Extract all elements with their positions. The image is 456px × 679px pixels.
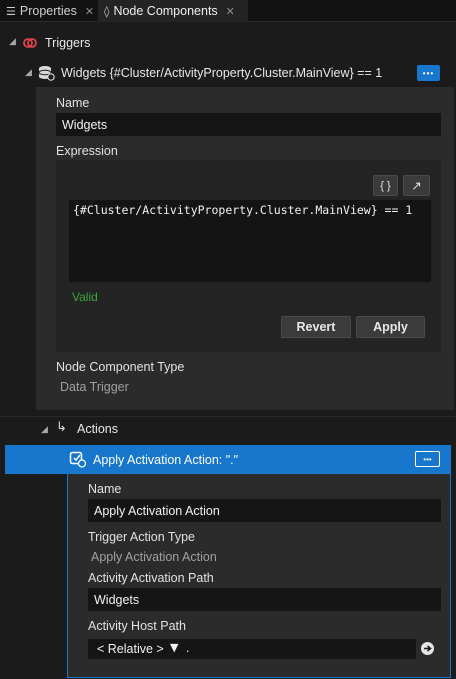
host-path-select[interactable]: < Relative > ▼ (92, 639, 187, 659)
trigger-more-button[interactable]: ••• (417, 65, 440, 81)
host-path-row: < Relative > ▼ . (88, 639, 416, 659)
name-label: Name (88, 482, 122, 496)
close-icon[interactable]: ✕ (85, 5, 94, 18)
valid-status: Valid (72, 290, 98, 304)
revert-button[interactable]: Revert (281, 316, 351, 338)
action-item-row[interactable]: Apply Activation Action: "." ••• (5, 445, 451, 474)
actions-label: Actions (77, 422, 118, 436)
action-name-input[interactable]: Apply Activation Action (88, 499, 441, 522)
action-title: Apply Activation Action: "." (93, 453, 239, 467)
node-components-icon: ◊ (104, 4, 110, 18)
node-component-type-value: Data Trigger (60, 380, 129, 394)
trigger-icon (23, 38, 37, 48)
activation-path-label: Activity Activation Path (88, 571, 214, 585)
collapse-arrow-icon[interactable]: ◢ (9, 37, 16, 47)
trigger-title: Widgets {#Cluster/ActivityProperty.Clust… (61, 66, 383, 80)
close-icon[interactable]: ✕ (226, 5, 235, 18)
host-path-select-value: < Relative > (97, 642, 164, 656)
tab-bar: ☰ Properties ✕ ◊ Node Components ✕ (0, 0, 456, 22)
expression-label: Expression (56, 144, 118, 158)
collapse-arrow-icon[interactable]: ◢ (25, 68, 32, 78)
list-icon: ☰ (6, 4, 16, 18)
actions-row[interactable]: ◢ ↳ Actions (0, 416, 456, 440)
expression-input[interactable]: {#Cluster/ActivityProperty.Cluster.MainV… (69, 200, 431, 282)
action-more-button[interactable]: ••• (415, 451, 440, 467)
expand-icon: ↗ (411, 179, 422, 193)
tab-label: Properties (19, 4, 77, 18)
triggers-row[interactable]: ◢ Triggers (0, 33, 456, 53)
collapse-arrow-icon[interactable]: ◢ (41, 425, 48, 435)
tab-label: Node Components (113, 4, 218, 18)
tab-properties[interactable]: ☰ Properties ✕ (0, 0, 97, 22)
tab-node-components[interactable]: ◊ Node Components ✕ (98, 0, 248, 22)
expression-text: {#Cluster/ActivityProperty.Cluster.MainV… (73, 203, 413, 217)
name-label: Name (56, 96, 90, 110)
braces-button[interactable]: { } (373, 175, 398, 196)
trigger-name-input[interactable]: Widgets (56, 113, 441, 136)
trigger-action-type-label: Trigger Action Type (88, 530, 196, 544)
node-component-type-label: Node Component Type (56, 360, 185, 374)
go-to-path-icon[interactable] (420, 641, 435, 656)
trigger-action-type-value: Apply Activation Action (91, 550, 217, 564)
chevron-down-icon: ▼ (170, 641, 179, 654)
apply-activation-action-icon (69, 451, 87, 468)
host-path-label: Activity Host Path (88, 619, 186, 633)
trigger-item-row[interactable]: ◢ Widgets {#Cluster/ActivityProperty.Clu… (0, 62, 456, 84)
activation-path-input[interactable]: Widgets (88, 588, 441, 611)
apply-button[interactable]: Apply (356, 316, 425, 338)
actions-icon: ↳ (56, 420, 67, 435)
expand-editor-button[interactable]: ↗ (403, 175, 430, 196)
data-trigger-icon (38, 66, 55, 81)
host-path-input[interactable]: . (186, 641, 189, 655)
triggers-label: Triggers (45, 36, 91, 50)
